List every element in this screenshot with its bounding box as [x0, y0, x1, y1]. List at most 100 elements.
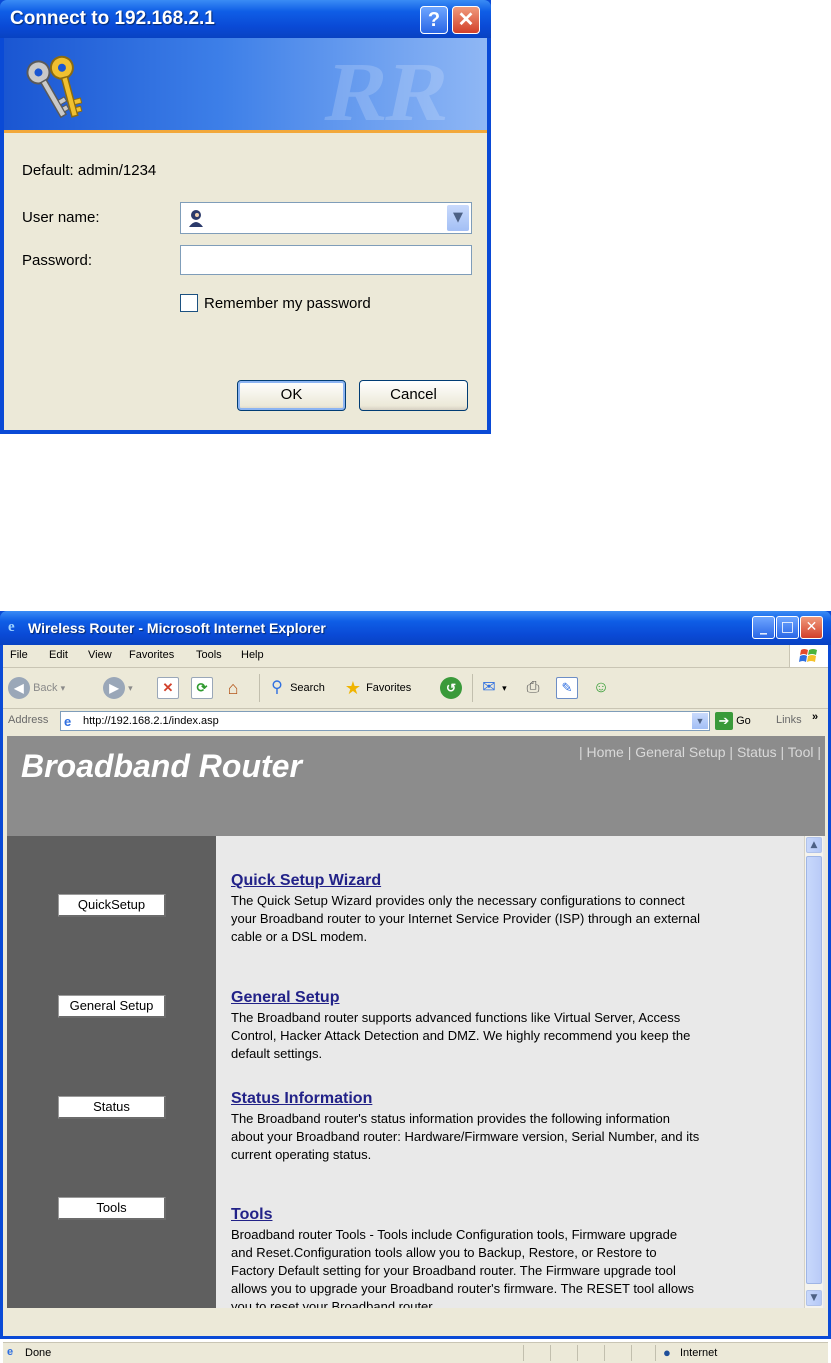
- search-button[interactable]: ⚲ Search: [267, 676, 325, 700]
- brand-title: Broadband Router: [21, 748, 302, 784]
- quick-setup-link[interactable]: Quick Setup Wizard: [231, 872, 381, 890]
- password-label: Password:: [22, 252, 93, 269]
- home-icon: ⌂: [227, 678, 239, 699]
- back-arrow-icon: ◀: [8, 677, 30, 700]
- printer-icon: ⎙: [526, 679, 540, 697]
- address-input[interactable]: e http://192.168.2.1/index.asp ▼: [60, 711, 710, 731]
- history-button[interactable]: ↺: [440, 676, 462, 700]
- search-icon: ⚲: [271, 679, 283, 697]
- standard-toolbar: ◀ Back ▾ ▶ ▾ ✕ ⟳ ⌂ ⚲ Search ★ Favorites …: [3, 668, 828, 709]
- edit-button[interactable]: ✎: [556, 676, 578, 700]
- scroll-up-icon[interactable]: ▲: [806, 837, 822, 853]
- banner-watermark: RR: [318, 46, 460, 133]
- back-label: Back: [33, 682, 58, 694]
- stop-icon: ✕: [157, 677, 179, 700]
- tools-button[interactable]: Tools: [58, 1197, 166, 1220]
- login-dialog: Connect to 192.168.2.1 ? ✕ RR Default: a…: [0, 0, 491, 434]
- browser-titlebar[interactable]: e Wireless Router - Microsoft Internet E…: [0, 611, 831, 645]
- general-setup-button[interactable]: General Setup: [58, 995, 166, 1018]
- dialog-titlebar[interactable]: Connect to 192.168.2.1 ? ✕: [0, 0, 491, 38]
- minimize-button[interactable]: _: [752, 616, 775, 639]
- page-icon: e: [64, 714, 72, 729]
- address-bar: Address e http://192.168.2.1/index.asp ▼…: [3, 709, 828, 733]
- forward-button[interactable]: ▶ ▾: [103, 676, 133, 700]
- messenger-button[interactable]: ☺: [591, 676, 611, 700]
- keys-icon: [26, 55, 83, 119]
- menu-view[interactable]: View: [88, 649, 112, 661]
- menu-tools[interactable]: Tools: [196, 649, 222, 661]
- menu-help[interactable]: Help: [241, 649, 264, 661]
- status-button[interactable]: Status: [58, 1096, 166, 1119]
- scroll-thumb[interactable]: [806, 856, 822, 1284]
- favorites-button[interactable]: ★ Favorites: [343, 676, 411, 700]
- address-url: http://192.168.2.1/index.asp: [83, 715, 219, 727]
- zone-label: Internet: [680, 1347, 718, 1359]
- tools-description: Broadband router Tools - Tools include C…: [231, 1227, 695, 1308]
- forward-arrow-icon: ▶: [103, 677, 125, 700]
- vertical-scrollbar[interactable]: ▲ ▼: [804, 836, 823, 1308]
- stop-button[interactable]: ✕: [157, 676, 179, 700]
- default-credentials-hint: Default: admin/1234: [22, 162, 157, 179]
- close-window-button[interactable]: ✕: [800, 616, 823, 639]
- maximize-button[interactable]: □: [776, 616, 799, 639]
- quick-setup-description: The Quick Setup Wizard provides only the…: [231, 893, 700, 944]
- refresh-button[interactable]: ⟳: [191, 676, 213, 700]
- browser-title: Wireless Router - Microsoft Internet Exp…: [28, 620, 326, 636]
- username-label: User name:: [22, 209, 100, 226]
- top-nav-links[interactable]: | Home | General Setup | Status | Tool |: [579, 744, 821, 760]
- menu-bar: File Edit View Favorites Tools Help: [3, 645, 828, 668]
- menu-favorites[interactable]: Favorites: [129, 649, 174, 661]
- home-button[interactable]: ⌂: [223, 676, 243, 700]
- address-label: Address: [8, 714, 49, 726]
- done-page-icon: e: [7, 1346, 14, 1358]
- dialog-title: Connect to 192.168.2.1: [10, 8, 215, 29]
- sidebar: QuickSetup General Setup Status Tools: [7, 836, 216, 1308]
- cancel-button[interactable]: Cancel: [359, 380, 468, 411]
- main-content: Quick Setup Wizard The Quick Setup Wizar…: [230, 836, 790, 1308]
- chevron-down-icon[interactable]: ▼: [692, 713, 708, 729]
- user-icon: [189, 210, 203, 227]
- messenger-icon: ☺: [592, 679, 610, 697]
- remember-checkbox[interactable]: [180, 294, 198, 312]
- general-setup-link[interactable]: General Setup: [231, 989, 339, 1007]
- password-field[interactable]: [180, 245, 472, 275]
- menu-file[interactable]: File: [10, 649, 28, 661]
- search-label: Search: [290, 682, 325, 694]
- close-button[interactable]: ✕: [452, 6, 480, 34]
- ie-logo-icon: e: [8, 619, 15, 635]
- status-text: Done: [25, 1347, 52, 1359]
- dialog-body: RR Default: admin/1234 User name: ▼ Pass…: [4, 38, 487, 430]
- edit-icon: ✎: [556, 677, 578, 700]
- status-information-link[interactable]: Status Information: [231, 1090, 372, 1108]
- go-arrow-icon: ➔: [715, 712, 733, 731]
- refresh-icon: ⟳: [191, 677, 213, 700]
- chevron-down-icon[interactable]: ▼: [447, 205, 469, 231]
- username-combobox[interactable]: ▼: [180, 202, 472, 234]
- quicksetup-button[interactable]: QuickSetup: [58, 894, 166, 917]
- menu-edit[interactable]: Edit: [49, 649, 68, 661]
- status-information-description: The Broadband router's status informatio…: [231, 1111, 700, 1162]
- mail-button[interactable]: ✉ ▾: [479, 676, 506, 700]
- print-button[interactable]: ⎙: [523, 676, 543, 700]
- windows-flag-icon: [789, 645, 828, 667]
- links-label[interactable]: Links: [776, 714, 802, 726]
- favorites-label: Favorites: [366, 682, 412, 694]
- help-button[interactable]: ?: [420, 6, 448, 34]
- dialog-banner: RR: [4, 38, 487, 133]
- history-icon: ↺: [440, 677, 462, 700]
- back-button[interactable]: ◀ Back ▾: [8, 676, 65, 700]
- favorites-star-icon: ★: [344, 678, 362, 699]
- page-header: Broadband Router | Home | General Setup …: [7, 736, 825, 836]
- ok-button[interactable]: OK: [237, 380, 346, 411]
- mail-icon: ✉: [482, 679, 496, 697]
- status-bar: e Done ● Internet: [3, 1342, 828, 1363]
- go-label: Go: [736, 715, 751, 727]
- globe-icon: ●: [663, 1345, 671, 1360]
- router-web-page: Broadband Router | Home | General Setup …: [7, 736, 825, 1308]
- tools-link[interactable]: Tools: [231, 1206, 272, 1224]
- chevron-right-icon[interactable]: »: [812, 711, 818, 723]
- remember-label[interactable]: Remember my password: [204, 295, 371, 312]
- scroll-down-icon[interactable]: ▼: [806, 1290, 822, 1306]
- general-setup-description: The Broadband router supports advanced f…: [231, 1010, 691, 1061]
- go-button[interactable]: ➔ Go: [715, 711, 751, 731]
